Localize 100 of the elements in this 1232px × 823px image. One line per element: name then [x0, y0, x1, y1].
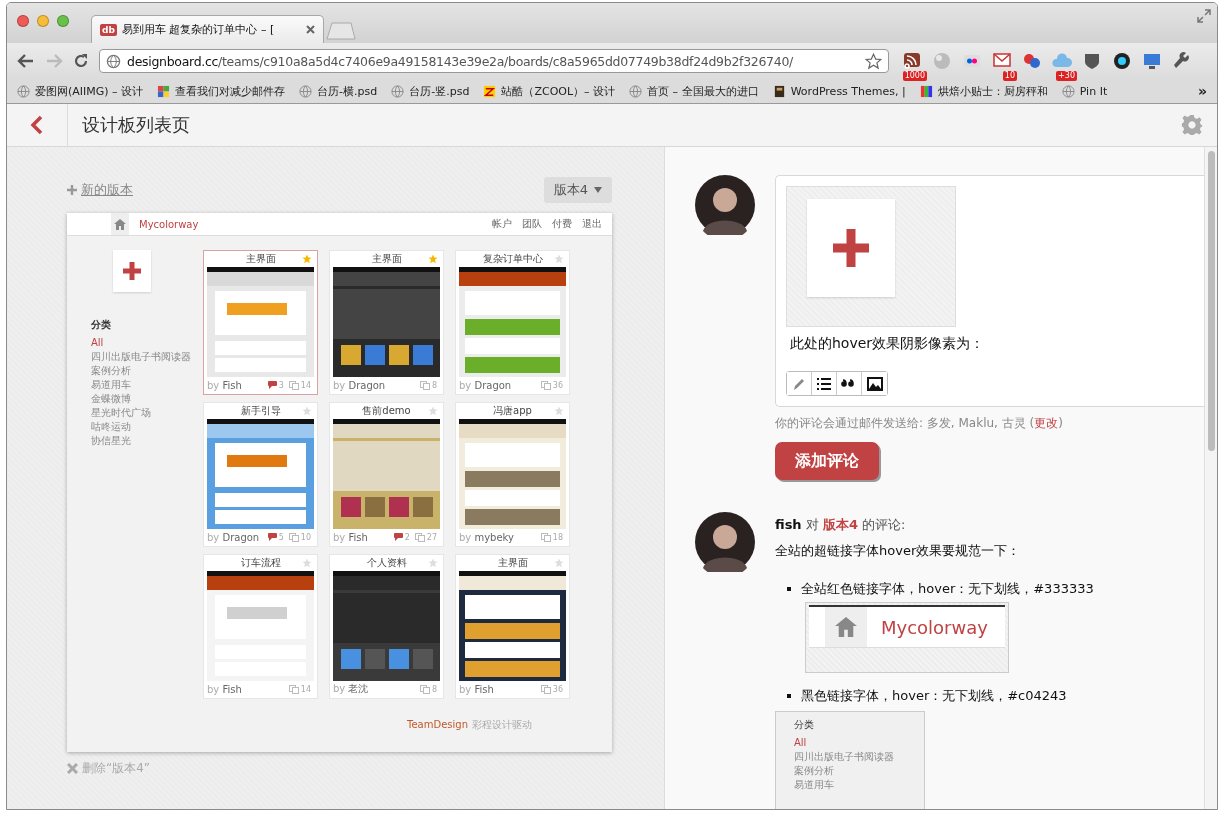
add-comment-button[interactable]: 添加评论: [775, 442, 879, 480]
image-icon: [866, 376, 883, 391]
settings-icon[interactable]: [1181, 114, 1203, 136]
comment-count: 3: [278, 380, 284, 390]
bookmark-star-icon[interactable]: [865, 52, 882, 70]
lens-icon[interactable]: [1112, 51, 1132, 71]
circles-icon[interactable]: [1022, 51, 1042, 71]
version-link[interactable]: 版本4: [822, 517, 858, 532]
fullscreen-icon[interactable]: [1197, 9, 1211, 23]
comment-heading: fish 对 版本4 的评论:: [775, 516, 907, 534]
card-author: by Dragon: [207, 531, 260, 543]
back-icon[interactable]: [17, 53, 35, 69]
card-author: by Fish: [333, 531, 368, 543]
version-count: 18: [552, 532, 563, 542]
design-card[interactable]: 订车流程 by Fish 14: [203, 554, 318, 699]
bookmark-item[interactable]: 首页 – 全国最大的进口: [629, 83, 759, 99]
comment-count: 2: [404, 532, 410, 542]
version-count: 27: [426, 532, 437, 542]
star-icon[interactable]: [428, 558, 438, 568]
minimize-window-icon[interactable]: [37, 15, 49, 27]
starred-icon[interactable]: [302, 254, 312, 264]
star-icon[interactable]: [302, 406, 312, 416]
bookmark-item[interactable]: 爱图网(AIIMG) – 设计: [17, 83, 144, 99]
home-button[interactable]: [111, 213, 129, 235]
list-item-text: 黑色链接字体，hover：无下划线，#c04243: [801, 687, 1067, 705]
star-icon[interactable]: [302, 558, 312, 568]
monitor-icon[interactable]: [1142, 51, 1162, 71]
bookmark-item[interactable]: 台历-横.psd: [299, 83, 378, 99]
avatar: [695, 175, 755, 235]
bullet-icon: [787, 587, 791, 591]
star-icon[interactable]: [554, 254, 564, 264]
chevron-left-icon: [30, 115, 44, 135]
reload-icon[interactable]: [73, 53, 89, 69]
version-dropdown[interactable]: 版本4: [543, 177, 612, 203]
design-card[interactable]: 新手引导 by Dragon 5 10: [203, 402, 318, 547]
bookmark-item[interactable]: 台历-竖.psd: [391, 83, 470, 99]
add-design-button[interactable]: [113, 250, 151, 292]
design-card[interactable]: 个人资料 by 老沈 8: [329, 554, 444, 699]
squares-icon: [157, 84, 171, 98]
more-bookmarks-button[interactable]: »: [1197, 83, 1207, 99]
card-author: by 老沈: [333, 682, 369, 696]
bookmark-item[interactable]: 站酷（ZCOOL）– 设计: [483, 83, 616, 99]
rss-icon[interactable]: [902, 51, 922, 71]
close-icon[interactable]: [306, 25, 315, 34]
avatar: [695, 512, 755, 572]
bookmark-item[interactable]: 烘焙小贴士：厨房秤和: [919, 83, 1048, 99]
design-card[interactable]: 冯唐app by mybeky 18: [455, 402, 570, 547]
book-icon: [772, 84, 786, 98]
card-author: by Fish: [459, 683, 494, 695]
brand-link[interactable]: Mycolorway: [139, 218, 199, 230]
comment-text: 此处的hover效果阴影像素为：: [790, 335, 986, 353]
star-icon[interactable]: [554, 406, 564, 416]
design-card[interactable]: 售前demo by Fish 2 27: [329, 402, 444, 547]
shield-icon[interactable]: [1082, 51, 1102, 71]
card-title: 复杂订单中心: [482, 252, 543, 266]
home-icon: [114, 218, 126, 230]
pencil-icon: [791, 376, 807, 391]
card-title: 个人资料: [366, 556, 407, 570]
category-link[interactable]: All: [91, 336, 191, 350]
address-bar[interactable]: designboard.cc/teams/c910a8a5d4c7406e9a49158143e39e2a/boards/c8a5965dd07749b38df24d9b2f326740/: [99, 49, 889, 73]
bookmark-item[interactable]: WordPress Themes, |: [772, 84, 906, 98]
close-window-icon[interactable]: [17, 15, 29, 27]
card-title: 订车流程: [240, 556, 281, 570]
bullet-icon: [787, 694, 791, 698]
starred-icon[interactable]: [428, 254, 438, 264]
version-count: 10: [300, 532, 311, 542]
comment-editor[interactable]: 此处的hover效果阴影像素为：: [775, 175, 1204, 407]
copies-icon: [419, 684, 430, 694]
design-card[interactable]: 主界面 by Fish 3 14: [203, 250, 318, 395]
nav-link[interactable]: 帐户: [492, 217, 512, 231]
globe-icon: [1061, 84, 1075, 98]
zcool-icon: [483, 84, 497, 98]
globe-icon: [299, 84, 313, 98]
star-icon[interactable]: [554, 558, 564, 568]
nav-link[interactable]: 退出: [582, 217, 602, 231]
change-link[interactable]: 更改: [1034, 416, 1059, 430]
design-card[interactable]: 主界面 by Fish 36: [455, 554, 570, 699]
star-icon[interactable]: [428, 406, 438, 416]
card-title: 新手引导: [240, 404, 281, 418]
version-count: 8: [431, 380, 437, 390]
globe-icon: [391, 84, 405, 98]
version-count: 8: [431, 684, 437, 694]
version-count: 14: [300, 380, 311, 390]
copies-icon: [414, 532, 425, 542]
bookmark-item[interactable]: Pin It: [1061, 84, 1108, 98]
author-link[interactable]: fish: [775, 517, 802, 532]
bookmark-item[interactable]: 查看我们对减少邮件存: [157, 83, 286, 99]
copies-icon: [288, 380, 299, 390]
zoom-window-icon[interactable]: [57, 15, 69, 27]
nav-link[interactable]: 团队: [522, 217, 542, 231]
design-card[interactable]: 主界面 by Dragon 8: [329, 250, 444, 395]
count-badge: 10: [1002, 71, 1017, 81]
design-card[interactable]: 复杂订单中心 by Dragon 36: [455, 250, 570, 395]
nav-link[interactable]: 付费: [552, 217, 572, 231]
card-title: 冯唐app: [493, 404, 532, 418]
stripes-icon: [919, 84, 933, 98]
home-icon: [835, 617, 857, 637]
browser-tab[interactable]: db 易到用车 超复杂的订单中心 – [: [91, 15, 324, 43]
wrench-icon[interactable]: [1172, 51, 1192, 71]
scrollbar-thumb[interactable]: [1207, 151, 1215, 451]
